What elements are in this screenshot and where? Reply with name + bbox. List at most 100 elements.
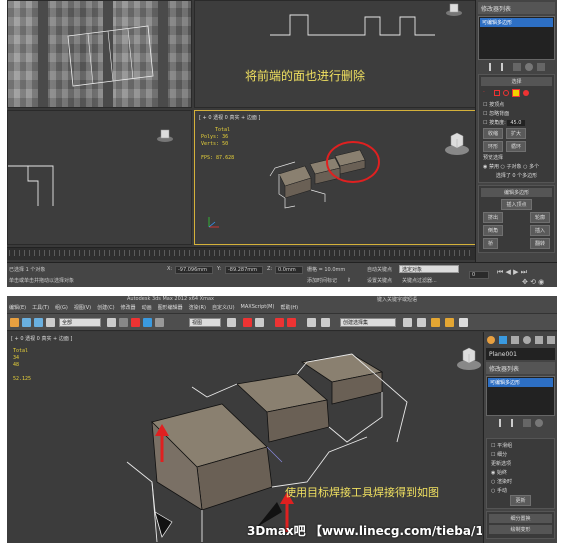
preview-multi[interactable]: 多个 (529, 164, 539, 170)
by-vertex-checkbox[interactable]: ☐ 按顶点 (481, 100, 552, 109)
update-manual-radio[interactable]: ○ 手动 (489, 486, 552, 495)
make-unique-icon[interactable] (522, 419, 531, 427)
playback-controls-icon[interactable]: ⏮ ◀ ▶ ⏭ (497, 268, 527, 277)
menu-item[interactable]: 修改器 (121, 304, 136, 311)
modifier-stack[interactable]: 可编辑多边形 (486, 376, 555, 416)
remove-modifier-icon[interactable] (534, 419, 543, 427)
bridge-button[interactable]: 桥 (483, 238, 499, 249)
shrink-button[interactable]: 收缩 (483, 128, 504, 139)
edit-polygons-title[interactable]: 编辑多边形 (481, 188, 552, 197)
viewcube-icon[interactable] (443, 131, 471, 159)
subdivide-checkbox[interactable]: ☐ 细分 (489, 450, 552, 459)
preview-disabled[interactable]: 禁用 (489, 164, 499, 170)
grow-button[interactable]: 扩大 (506, 128, 527, 139)
unlink-icon[interactable] (34, 318, 43, 327)
angle-input[interactable]: 45.0 (507, 120, 525, 126)
extrude-button[interactable]: 挤出 (483, 212, 504, 223)
ignore-backfacing-checkbox[interactable]: ☐ 忽略背面 (481, 109, 552, 118)
edit-named-sel-icon[interactable] (307, 318, 316, 327)
show-end-result-icon[interactable] (500, 63, 509, 71)
viewcube-icon[interactable] (445, 3, 463, 21)
select-move-icon[interactable] (131, 318, 140, 327)
preview-subobject[interactable]: 子对象 (507, 164, 522, 170)
object-name-field[interactable]: Plane001 (486, 348, 555, 360)
select-rotate-icon[interactable] (143, 318, 152, 327)
align-icon[interactable] (403, 318, 412, 327)
x-coordinate-field[interactable]: -97.096mm (175, 266, 213, 274)
render-setup-icon[interactable] (431, 318, 440, 327)
pivot-icon[interactable] (227, 318, 236, 327)
viewport-label[interactable]: [ + 0 透视 0 真实 + 边面 ] (11, 335, 72, 342)
y-coordinate-field[interactable]: -89.287mm (225, 266, 263, 274)
configure-icon[interactable] (536, 63, 545, 71)
bevel-button[interactable]: 倒角 (483, 225, 504, 236)
menu-item[interactable]: 视图(V) (74, 304, 91, 311)
stack-item-editable-poly[interactable]: 可编辑多边形 (480, 18, 553, 27)
edge-icon[interactable] (494, 90, 500, 96)
named-selection-dropdown[interactable]: 创建选择集 (340, 318, 396, 327)
viewport-label[interactable]: [ + 0 透视 0 真实 + 边面 ] (199, 114, 260, 121)
link-icon[interactable] (22, 318, 31, 327)
update-button[interactable]: 更新 (510, 495, 531, 506)
z-coordinate-field[interactable]: 0.0mm (275, 266, 303, 274)
percent-snap-icon[interactable] (275, 318, 284, 327)
key-icon[interactable]: ⚷ (347, 277, 351, 283)
vertex-icon[interactable]: · (483, 89, 491, 97)
insert-vertex-button[interactable]: 插入顶点 (501, 199, 532, 210)
menu-item[interactable]: 渲染(R) (189, 304, 206, 311)
viewport-nav-icons[interactable]: ✥ ⟲ ◉ (522, 278, 544, 286)
menu-item[interactable]: 创建(C) (97, 304, 114, 311)
smooth-checkbox[interactable]: ☐ 平滑组 (489, 441, 552, 450)
viewport-perspective-large[interactable]: [ + 0 透视 0 真实 + 边面 ] Total 34 48 52.125 (7, 332, 482, 543)
menu-item[interactable]: 组(G) (55, 304, 68, 311)
menu-item[interactable]: 工具(T) (32, 304, 49, 311)
snap-icon[interactable] (243, 318, 252, 327)
viewport-top-left[interactable] (7, 0, 192, 108)
timeline[interactable] (7, 247, 475, 260)
paint-deform-title[interactable]: 绘制变形 (489, 525, 552, 534)
viewcube-icon[interactable] (156, 129, 174, 147)
flip-button[interactable]: 翻转 (529, 238, 550, 249)
key-mode-dropdown[interactable]: 选定对象 (399, 265, 459, 273)
render-icon[interactable] (459, 318, 468, 327)
by-angle-row[interactable]: ☐ 按角度: 45.0 (481, 118, 552, 127)
stack-item-editable-poly[interactable]: 可编辑多边形 (488, 378, 553, 387)
inset-button[interactable]: 插入 (529, 225, 550, 236)
polygon-icon[interactable] (512, 89, 520, 97)
border-icon[interactable] (503, 90, 509, 96)
menu-item[interactable]: MAXScript(M) (241, 304, 275, 311)
update-always-radio[interactable]: ◉ 始终 (489, 468, 552, 477)
auto-key-button[interactable]: 自动关键点 (367, 266, 392, 273)
set-key-button[interactable]: 设置关键点 (367, 277, 392, 284)
angle-snap-icon[interactable] (255, 318, 264, 327)
viewport-perspective[interactable]: [ + 0 透视 0 真实 + 边面 ] Total Polys: 36 Ver… (194, 110, 477, 245)
modifier-list-dropdown[interactable]: 修改器列表 (478, 2, 555, 14)
pin-stack-icon[interactable] (488, 63, 497, 71)
key-filters-button[interactable]: 关键点过滤器... (402, 277, 437, 284)
menu-item[interactable]: 编辑(E) (9, 304, 26, 311)
render-frame-icon[interactable] (445, 318, 454, 327)
reference-coord-dropdown[interactable]: 视图 (189, 318, 221, 327)
modify-tab-icon[interactable] (498, 336, 507, 344)
undo-icon[interactable] (10, 318, 19, 327)
modifier-list-dropdown[interactable]: 修改器列表 (486, 362, 555, 374)
motion-tab-icon[interactable] (522, 336, 531, 344)
selection-title[interactable]: 选择 (481, 77, 552, 86)
outline-button[interactable]: 轮廓 (529, 212, 550, 223)
select-scale-icon[interactable] (155, 318, 164, 327)
viewport-bottom-left[interactable] (7, 110, 192, 245)
subdiv-displace-title[interactable]: 细分置换 (489, 514, 552, 523)
menu-item[interactable]: 动画 (142, 304, 152, 311)
loop-button[interactable]: 循环 (506, 141, 527, 152)
spinner-snap-icon[interactable] (287, 318, 296, 327)
selection-filter-dropdown[interactable]: 全部 (59, 318, 101, 327)
hierarchy-tab-icon[interactable] (510, 336, 519, 344)
menu-item[interactable]: 自定义(U) (212, 304, 235, 311)
frame-field[interactable]: 0 (469, 271, 489, 279)
layer-manager-icon[interactable] (417, 318, 426, 327)
viewcube-icon[interactable] (455, 346, 482, 374)
add-time-tag-button[interactable]: 添加时间标记 (307, 277, 337, 284)
select-object-icon[interactable] (107, 318, 116, 327)
pin-stack-icon[interactable] (498, 419, 507, 427)
utilities-tab-icon[interactable] (546, 336, 555, 344)
